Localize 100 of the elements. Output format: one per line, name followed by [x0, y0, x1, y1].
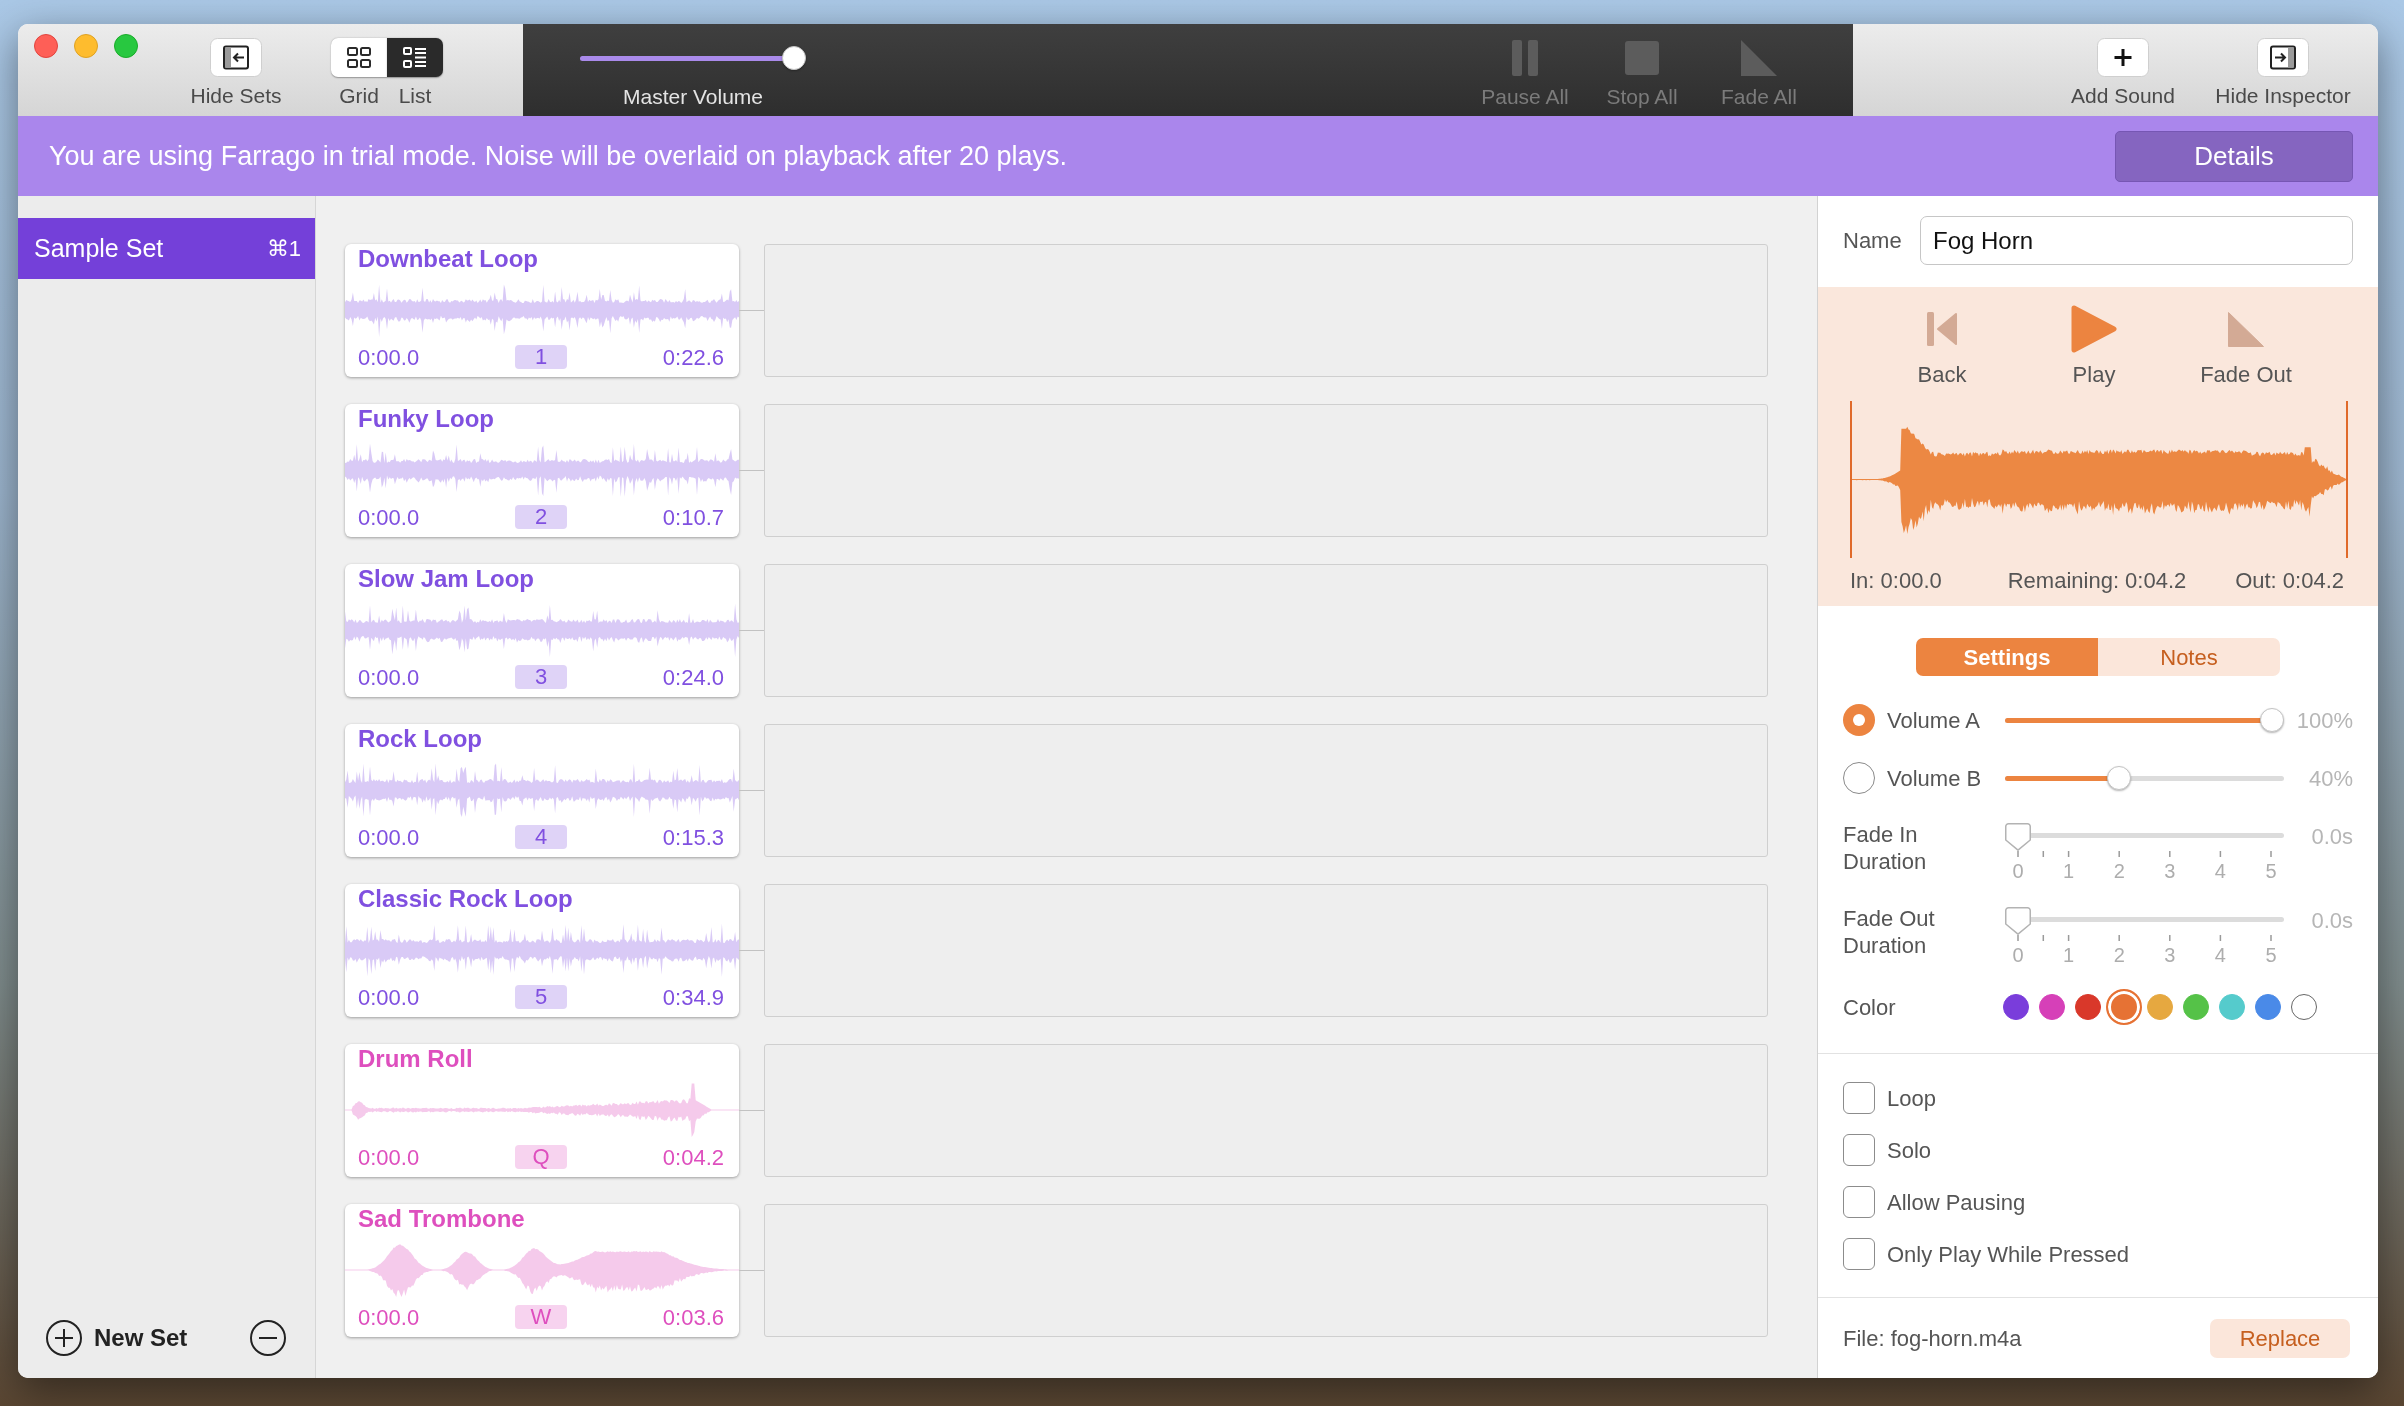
hide-sets-button[interactable]: Hide Sets [188, 38, 284, 108]
tick-mark [2042, 851, 2045, 857]
maximize-icon[interactable] [114, 34, 138, 58]
minimize-icon[interactable] [74, 34, 98, 58]
tick-label: 3 [2163, 860, 2176, 882]
volume-slider[interactable] [2005, 708, 2284, 732]
tick-mark [2219, 935, 2222, 941]
sound-card[interactable]: Rock Loop 0:00.0 4 0:15.3 [345, 724, 739, 857]
hotkey-badge: 1 [515, 345, 567, 369]
volume-reading: 40% [2307, 764, 2353, 793]
new-set-button[interactable]: New Set [46, 1320, 188, 1356]
play-icon [2071, 305, 2117, 353]
sidebar-toggle-icon[interactable] [210, 38, 262, 77]
volume-slider[interactable] [2005, 766, 2284, 790]
sound-card[interactable]: Drum Roll 0:00.0 Q 0:04.2 [345, 1044, 739, 1177]
tick-mark [2219, 851, 2222, 857]
volume-label: Volume A [1887, 706, 1981, 735]
start-time: 0:00.0 [358, 983, 420, 1012]
sound-card[interactable]: Downbeat Loop 0:00.0 1 0:22.6 [345, 244, 739, 377]
tick-mark [2270, 851, 2272, 857]
slider-thumb[interactable] [2005, 823, 2031, 851]
in-point-label: In: 0:00.0 [1850, 567, 1942, 595]
tick-label: 2 [2113, 860, 2126, 882]
sound-title: Funky Loop [357, 404, 495, 434]
inspector-tab[interactable]: Notes [2098, 638, 2280, 676]
sound-card[interactable]: Slow Jam Loop 0:00.0 3 0:24.0 [345, 564, 739, 697]
banner-message: You are using Farrago in trial mode. Noise will be overlaid on playback after 20 plays. [49, 139, 1068, 173]
sound-card[interactable]: Funky Loop 0:00.0 2 0:10.7 [345, 404, 739, 537]
start-time: 0:00.0 [358, 1303, 420, 1332]
checkbox[interactable] [1843, 1186, 1875, 1218]
view-mode-tab[interactable]: Grid [331, 38, 387, 108]
checkbox[interactable] [1843, 1238, 1875, 1270]
sound-title: Drum Roll [357, 1044, 474, 1074]
list-icon[interactable] [387, 38, 443, 77]
master-volume-slider[interactable] [580, 46, 806, 70]
checkbox-label: Loop [1887, 1084, 1936, 1113]
sound-card[interactable]: Classic Rock Loop 0:00.0 5 0:34.9 [345, 884, 739, 1017]
plus-circle-icon[interactable] [46, 1320, 82, 1356]
hide-inspector-button[interactable]: Hide Inspector [2208, 38, 2358, 108]
minus-circle-icon[interactable] [250, 1320, 286, 1356]
tick-label: 5 [2264, 860, 2277, 882]
grid-icon[interactable] [331, 38, 387, 77]
slider-thumb[interactable] [2260, 708, 2284, 732]
color-label: Color [1843, 993, 1897, 1022]
inspector-tab[interactable]: Settings [1916, 638, 2098, 676]
radio-button[interactable] [1843, 704, 1875, 736]
hotkey-badge: 5 [515, 985, 567, 1009]
tick-mark [2118, 851, 2120, 857]
tick-mark [2118, 935, 2120, 941]
fade-slider[interactable] [2005, 823, 2284, 851]
connector-line [739, 630, 764, 631]
duration-time: 0:04.2 [662, 1143, 724, 1172]
tick-mark [2042, 935, 2045, 941]
color-swatch[interactable] [2147, 994, 2173, 1020]
name-field[interactable]: Fog Horn [1920, 216, 2353, 265]
tick-mark [2067, 851, 2070, 857]
play-button[interactable]: Play [2034, 304, 2154, 388]
plus-icon[interactable] [2097, 38, 2149, 77]
view-mode-tab[interactable]: List [387, 38, 443, 108]
tick-label: 3 [2163, 944, 2176, 966]
color-swatch[interactable] [2183, 994, 2209, 1020]
tick-mark [2017, 851, 2019, 857]
details-button[interactable]: Details [2115, 130, 2353, 182]
slider-thumb[interactable] [2005, 907, 2031, 935]
tick-label: 1 [2062, 860, 2075, 882]
tick-mark [2169, 935, 2171, 941]
in-marker[interactable] [1850, 401, 1852, 558]
checkbox[interactable] [1843, 1082, 1875, 1114]
start-time: 0:00.0 [358, 343, 420, 372]
color-swatch[interactable] [2255, 994, 2281, 1020]
checkbox[interactable] [1843, 1134, 1875, 1166]
sidebar-toggle-icon[interactable] [2257, 38, 2309, 77]
connector-line [739, 470, 764, 471]
color-swatch[interactable] [2003, 994, 2029, 1020]
start-time: 0:00.0 [358, 663, 420, 692]
fade-reading: 0.0s [2310, 823, 2353, 851]
connector-line [739, 310, 764, 311]
out-marker[interactable] [2346, 401, 2348, 558]
color-swatch[interactable] [2106, 989, 2142, 1025]
slider-thumb[interactable] [2107, 766, 2131, 790]
color-swatch[interactable] [2291, 994, 2317, 1020]
tick-label: 4 [2214, 860, 2227, 882]
radio-button[interactable] [1843, 762, 1875, 794]
color-swatch[interactable] [2075, 994, 2101, 1020]
start-time: 0:00.0 [358, 1143, 420, 1172]
color-swatch[interactable] [2219, 994, 2245, 1020]
fade-slider[interactable] [2005, 907, 2284, 935]
name-label: Name [1843, 227, 1903, 255]
fade-label: Fade In Duration [1843, 821, 1928, 875]
add-sound-button[interactable]: Add Sound [2063, 38, 2183, 108]
close-icon[interactable] [34, 34, 58, 58]
replace-button[interactable]: Replace [2210, 1318, 2350, 1358]
tick-mark [2270, 935, 2272, 941]
ramp-icon [2228, 311, 2264, 347]
start-time: 0:00.0 [358, 503, 420, 532]
color-swatch[interactable] [2039, 994, 2065, 1020]
slider-thumb[interactable] [782, 46, 806, 70]
set-item[interactable]: Sample Set ⌘1 [18, 218, 315, 279]
sound-card[interactable]: Sad Trombone 0:00.0 W 0:03.6 [345, 1204, 739, 1337]
file-name: File: fog-horn.m4a [1843, 1324, 2022, 1353]
